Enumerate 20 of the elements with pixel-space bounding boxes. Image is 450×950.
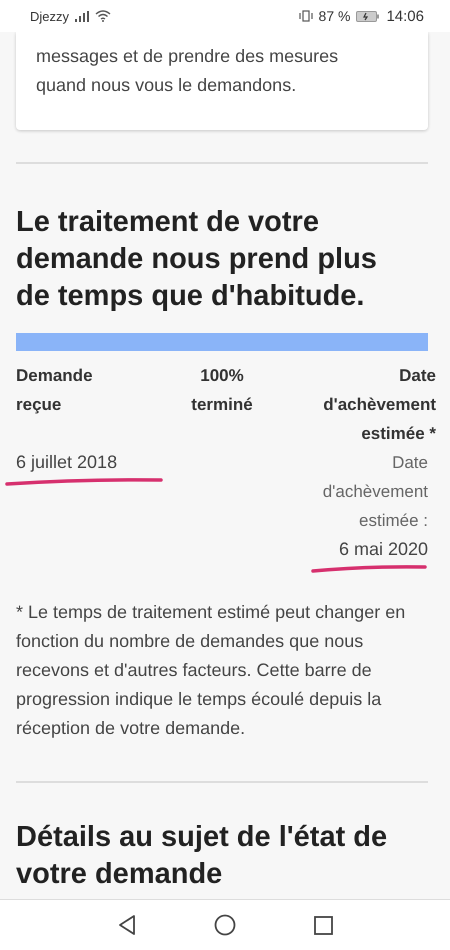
signal-icon [75, 10, 90, 22]
home-icon[interactable] [214, 914, 236, 936]
column-label: 100% terminé [190, 365, 254, 416]
vibrate-icon [298, 10, 313, 22]
column-label: Demande reçue [16, 365, 94, 416]
recents-icon[interactable] [314, 916, 332, 934]
column-label: Date d'achèvement estimée * [322, 365, 436, 445]
progress-heading: Le traitement de votre demande nous prend plus de temps que d'habitude. [16, 205, 378, 314]
footnote-text: * Le temps de traitement estimé peut changer en fonction du nombre de demandes que nous recevons et d'autres facteurs. Cette barre de progression indique le temps écoulé depuis la réception de votre demande. [16, 601, 406, 740]
date-text: 6 juillet 2018 [16, 451, 118, 474]
battery-percent: 87 % [318, 8, 350, 24]
notice-text: messages et de prendre des mesures quand nous vous le demandons. [36, 45, 340, 97]
date-caption: Date d'achèvement estimée : [322, 452, 428, 532]
back-icon[interactable] [118, 915, 136, 935]
details-heading: Détails au sujet de l'état de votre demande [16, 820, 388, 892]
wifi-icon [95, 10, 112, 22]
date-text: 6 mai 2020 [338, 538, 428, 561]
battery-icon [356, 10, 380, 22]
carrier-name: Djezzy [30, 8, 70, 24]
clock-time: 14:06 [386, 8, 424, 24]
